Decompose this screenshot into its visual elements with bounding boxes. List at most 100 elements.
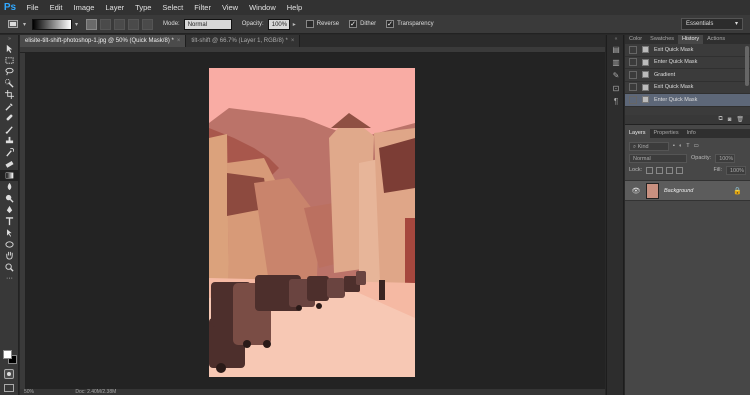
history-item[interactable]: Gradient [625,69,750,82]
menu-window[interactable]: Window [244,0,282,15]
reverse-check-box[interactable] [305,20,314,28]
menu-type[interactable]: Type [130,0,157,15]
toolbox-collapse-icon[interactable]: » [0,35,19,43]
gradient-tool-preset-icon[interactable] [6,18,20,30]
brush-panel-icon[interactable]: ✎ [607,69,625,82]
history-snapshot-toggle[interactable] [629,95,637,104]
tab-history[interactable]: History [678,35,704,44]
hand-tool-icon[interactable] [0,250,19,262]
transparency-checkbox[interactable]: ✓ Transparency [386,20,434,28]
dock-collapse-icon[interactable]: « [607,35,625,43]
clone-stamp-tool-icon[interactable] [0,135,19,147]
tab-color[interactable]: Color [625,35,646,44]
close-icon[interactable]: × [291,35,295,47]
tab-actions[interactable]: Actions [703,35,729,44]
layer-opacity-input[interactable]: 100% [715,153,736,163]
angle-gradient-button[interactable] [114,18,126,30]
history-scrollbar[interactable] [745,46,749,86]
document-tab-active[interactable]: elisite-tilt-shift-photoshop-1.jpg @ 50%… [20,35,187,47]
canvas-area[interactable] [26,53,605,389]
character-panel-icon[interactable]: ¶ [607,95,625,108]
gradient-picker-caret-icon[interactable]: ▾ [75,21,78,28]
menu-filter[interactable]: Filter [189,0,217,15]
new-document-from-state-icon[interactable]: ⧉ [718,116,722,123]
lock-image-icon[interactable] [656,166,664,174]
path-selection-tool-icon[interactable] [0,227,19,239]
history-item-selected[interactable]: Enter Quick Mask [625,94,750,107]
layer-thumbnail[interactable] [646,182,659,199]
healing-brush-tool-icon[interactable] [0,112,19,124]
reverse-checkbox[interactable]: Reverse [305,20,339,28]
mode-select[interactable]: Normal [183,18,232,30]
more-tools-icon[interactable]: ··· [0,273,19,285]
quick-mask-mode-icon[interactable] [4,369,14,379]
brush-tool-icon[interactable] [0,124,19,136]
fill-input[interactable]: 100% [726,165,746,175]
transparency-check-box[interactable]: ✓ [386,20,395,28]
zoom-tool-icon[interactable] [0,262,19,274]
dither-checkbox[interactable]: ✓ Dither [349,20,376,28]
history-snapshot-toggle[interactable] [629,58,637,67]
marquee-tool-icon[interactable] [0,55,19,67]
blend-mode-select[interactable]: Normal [629,153,687,163]
color-swatches[interactable] [3,350,17,364]
tab-info[interactable]: Info [683,129,700,138]
move-tool-icon[interactable] [0,43,19,55]
menu-view[interactable]: View [216,0,243,15]
filter-pixel-icon[interactable]: ▪ [673,143,675,149]
history-panel-icon[interactable]: ▤ [607,43,625,56]
lock-all-icon[interactable] [676,166,684,174]
dither-check-box[interactable]: ✓ [349,20,358,28]
opacity-caret-icon[interactable]: ▸ [293,21,296,28]
eye-icon[interactable]: 👁 [631,187,641,195]
dodge-tool-icon[interactable] [0,193,19,205]
zoom-level[interactable]: 50% [24,389,34,395]
document-tab[interactable]: tilt-shift @ 66.7% (Layer 1, RGB/8) * × [186,35,301,47]
delete-state-icon[interactable]: 🗑 [736,116,744,123]
filter-adjustment-icon[interactable]: ◐ [679,143,682,149]
tab-layers[interactable]: Layers [625,129,650,138]
blur-tool-icon[interactable] [0,181,19,193]
history-snapshot-toggle[interactable] [629,83,637,92]
lasso-tool-icon[interactable] [0,66,19,78]
linear-gradient-button[interactable] [86,18,98,30]
workspace-switcher[interactable]: Essentials ▾ [681,18,743,30]
type-tool-icon[interactable] [0,216,19,228]
close-icon[interactable]: × [177,35,181,47]
crop-tool-icon[interactable] [0,89,19,101]
document-image[interactable] [209,68,415,377]
tool-preset-caret-icon[interactable]: ▾ [23,21,26,28]
diamond-gradient-button[interactable] [142,18,154,30]
history-item[interactable]: Enter Quick Mask [625,57,750,69]
menu-image[interactable]: Image [68,0,100,15]
eraser-tool-icon[interactable] [0,158,19,170]
menu-help[interactable]: Help [281,0,307,15]
lock-position-icon[interactable] [666,166,674,174]
history-item[interactable]: Exit Quick Mask [625,82,750,94]
menu-layer[interactable]: Layer [100,0,130,15]
menu-file[interactable]: File [21,0,44,15]
foreground-color-swatch[interactable] [3,350,12,359]
filter-shape-icon[interactable]: ▭ [694,143,699,149]
reflected-gradient-button[interactable] [128,18,140,30]
tab-swatches[interactable]: Swatches [646,35,678,44]
layer-kind-filter[interactable]: ⌕ Kind [629,141,669,151]
properties-panel-icon[interactable]: ▥ [607,56,625,69]
history-item[interactable]: Exit Quick Mask [625,44,750,57]
new-snapshot-icon[interactable]: ◙ [728,117,732,123]
pen-tool-icon[interactable] [0,204,19,216]
menu-edit[interactable]: Edit [44,0,68,15]
clone-source-panel-icon[interactable]: ⊡ [607,82,625,95]
gradient-tool-icon[interactable] [0,169,19,181]
shape-tool-icon[interactable] [0,239,19,251]
quick-selection-tool-icon[interactable] [0,78,19,90]
history-snapshot-toggle[interactable] [629,45,637,54]
history-brush-tool-icon[interactable] [0,147,19,159]
tab-properties[interactable]: Properties [650,129,683,138]
filter-type-icon[interactable]: T [686,143,689,149]
gradient-swatch[interactable] [32,18,73,30]
opacity-input[interactable]: 100% [267,18,290,30]
history-snapshot-toggle[interactable] [629,70,637,79]
lock-transparent-icon[interactable] [646,166,654,174]
screen-mode-icon[interactable] [4,384,14,392]
